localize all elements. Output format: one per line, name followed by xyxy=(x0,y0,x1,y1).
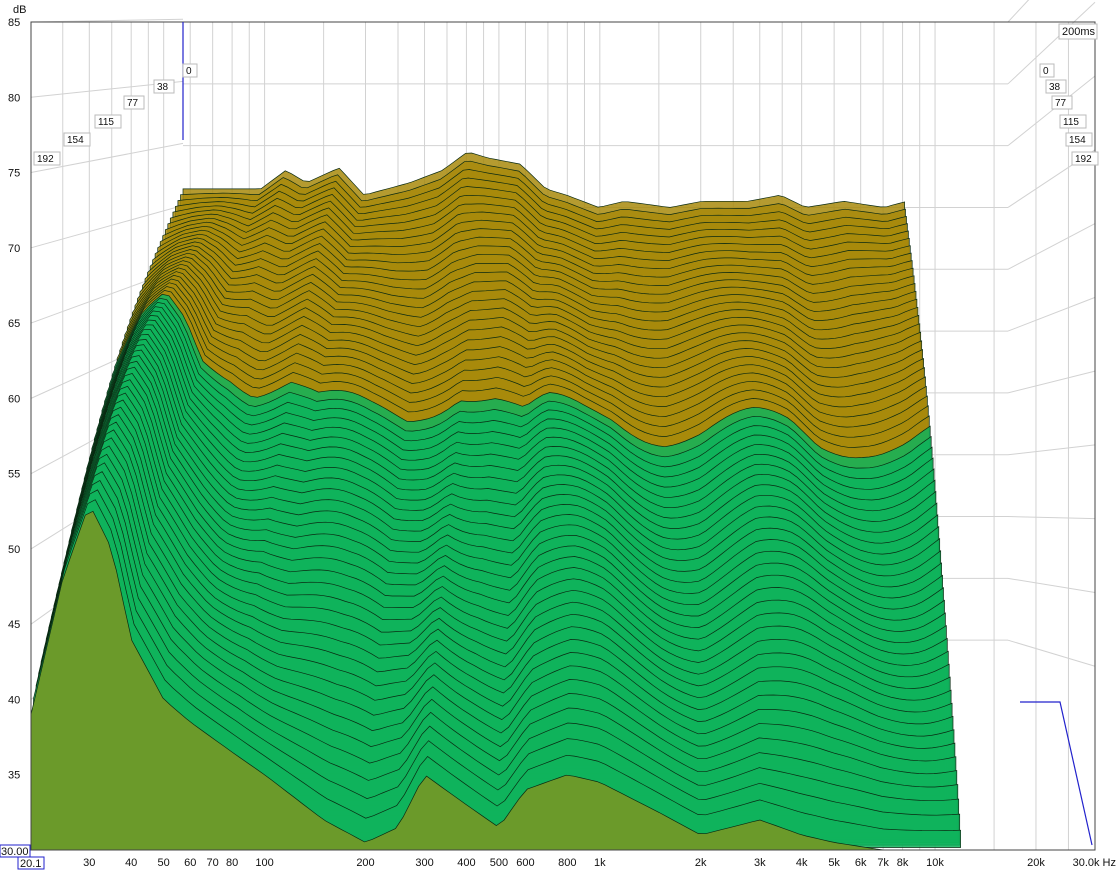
y-tick-label: 75 xyxy=(8,168,20,180)
x-tick-label: 600 xyxy=(516,857,534,869)
x-tick-label: 50 xyxy=(158,857,170,869)
time-tick-left: 77 xyxy=(123,95,145,110)
corner-value: 30.00 xyxy=(1,846,29,858)
time-tick-label: 154 xyxy=(1069,135,1086,146)
waterfall-surface xyxy=(31,152,962,850)
time-tick-left: 154 xyxy=(63,132,91,147)
time-tick-left: 115 xyxy=(94,114,122,129)
x-start-label: 20.1 xyxy=(20,858,41,870)
time-tick-label: 38 xyxy=(1049,82,1061,93)
time-tick-label: 115 xyxy=(98,117,114,128)
x-tick-label: 1k xyxy=(594,857,606,869)
time-window-badge: 200ms xyxy=(1058,23,1098,40)
x-axis: 30 40 50 60 70 80 100 200 300 400 500 600 800 1k 2k 3k 4… xyxy=(83,857,1116,869)
x-tick-label: 3k xyxy=(754,857,766,869)
x-tick-label: 20k xyxy=(1027,857,1045,869)
x-tick-label: 6k xyxy=(855,857,867,869)
y-axis: 35 40 45 50 55 60 65 70 75 80 85 xyxy=(8,17,20,782)
time-tick-label: 115 xyxy=(1063,117,1079,128)
waterfall-chart: 0 038 3877 77115 115154 154192 192 35404550556… xyxy=(0,0,1116,870)
y-tick-label: 40 xyxy=(8,694,20,706)
x-tick-label: 7k xyxy=(877,857,889,869)
x-tick-label: 100 xyxy=(255,857,273,869)
time-tick-left: 38 xyxy=(153,79,175,94)
time-tick-label: 38 xyxy=(157,82,169,93)
x-tick-label: 8k xyxy=(897,857,909,869)
x-tick-label: 2k xyxy=(695,857,707,869)
y-tick-label: 35 xyxy=(8,770,20,782)
time-tick-right: 192 xyxy=(1071,151,1099,166)
x-start-box: 20.1 xyxy=(17,856,45,870)
x-tick-label: 4k xyxy=(796,857,808,869)
x-tick-label: 500 xyxy=(490,857,508,869)
time-window-label: 200ms xyxy=(1062,26,1096,38)
y-axis-label: dB xyxy=(13,4,26,16)
time-tick-left: 0 xyxy=(182,63,198,78)
time-tick-right: 77 xyxy=(1051,95,1073,110)
time-tick-right: 38 xyxy=(1045,79,1067,94)
corner-value-box: 30.00 xyxy=(0,844,31,858)
time-tick-label: 192 xyxy=(1075,154,1092,165)
time-tick-right: 0 xyxy=(1039,63,1055,78)
time-tick-left: 192 xyxy=(33,151,61,166)
time-tick-label: 0 xyxy=(1043,66,1049,77)
x-tick-label: 80 xyxy=(226,857,238,869)
time-tick-label: 77 xyxy=(1055,98,1067,109)
x-tick-label: 40 xyxy=(125,857,137,869)
y-tick-label: 45 xyxy=(8,619,20,631)
y-tick-label: 55 xyxy=(8,469,20,481)
y-tick-label: 80 xyxy=(8,92,20,104)
x-tick-label: 60 xyxy=(184,857,196,869)
x-tick-label: 300 xyxy=(415,857,433,869)
x-tick-label: 200 xyxy=(356,857,374,869)
time-tick-right: 154 xyxy=(1065,132,1093,147)
x-tick-label: 5k xyxy=(828,857,840,869)
x-tick-label: 30 xyxy=(83,857,95,869)
y-tick-label: 65 xyxy=(8,318,20,330)
time-tick-label: 77 xyxy=(127,98,139,109)
x-tick-label: 70 xyxy=(207,857,219,869)
time-tick-label: 192 xyxy=(37,154,54,165)
y-tick-label: 70 xyxy=(8,243,20,255)
x-tick-label: 10k xyxy=(926,857,944,869)
x-tick-label: 800 xyxy=(558,857,576,869)
time-tick-right: 115 xyxy=(1059,114,1087,129)
y-tick-label: 85 xyxy=(8,17,20,29)
x-tick-label: 400 xyxy=(457,857,475,869)
y-tick-label: 60 xyxy=(8,393,20,405)
x-tick-label: 30.0k Hz xyxy=(1073,857,1116,869)
y-tick-label: 50 xyxy=(8,544,20,556)
time-tick-label: 0 xyxy=(186,66,192,77)
time-tick-label: 154 xyxy=(67,135,84,146)
grid-line-horizontal xyxy=(1007,0,1030,23)
